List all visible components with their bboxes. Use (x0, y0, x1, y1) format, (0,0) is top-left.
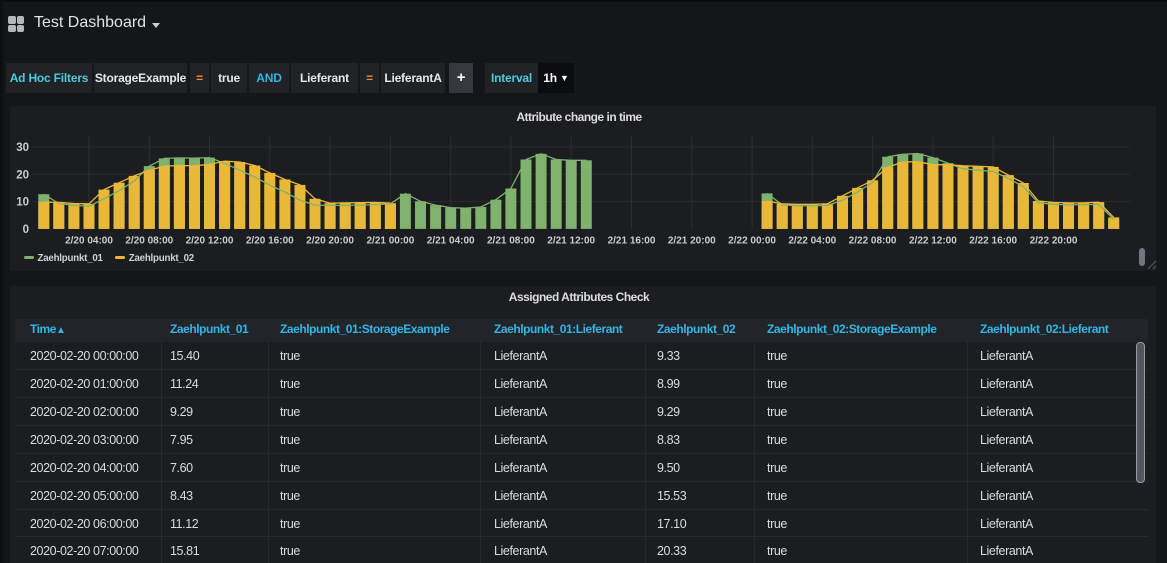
svg-text:2/22 04:00: 2/22 04:00 (788, 236, 836, 247)
svg-text:2/20 08:00: 2/20 08:00 (125, 236, 173, 247)
svg-text:2/20 12:00: 2/20 12:00 (186, 236, 234, 247)
svg-text:2/20 16:00: 2/20 16:00 (246, 236, 294, 247)
svg-text:2/21 20:00: 2/21 20:00 (668, 236, 716, 247)
svg-text:2/21 04:00: 2/21 04:00 (427, 236, 475, 247)
svg-text:2/21 08:00: 2/21 08:00 (487, 236, 535, 247)
svg-text:2/21 16:00: 2/21 16:00 (608, 236, 656, 247)
svg-text:2/22 08:00: 2/22 08:00 (849, 236, 897, 247)
svg-text:30: 30 (16, 142, 29, 154)
svg-text:2/22 00:00: 2/22 00:00 (728, 236, 776, 247)
svg-text:2/21 00:00: 2/21 00:00 (366, 236, 414, 247)
svg-text:2/20 20:00: 2/20 20:00 (306, 236, 354, 247)
svg-text:0: 0 (23, 224, 29, 236)
svg-text:2/22 16:00: 2/22 16:00 (969, 236, 1017, 247)
svg-text:2/21 12:00: 2/21 12:00 (547, 236, 595, 247)
svg-text:10: 10 (16, 197, 29, 209)
svg-text:2/20 04:00: 2/20 04:00 (65, 236, 113, 247)
svg-text:2/22 20:00: 2/22 20:00 (1030, 236, 1078, 247)
svg-text:20: 20 (16, 169, 29, 181)
svg-text:2/22 12:00: 2/22 12:00 (909, 236, 957, 247)
